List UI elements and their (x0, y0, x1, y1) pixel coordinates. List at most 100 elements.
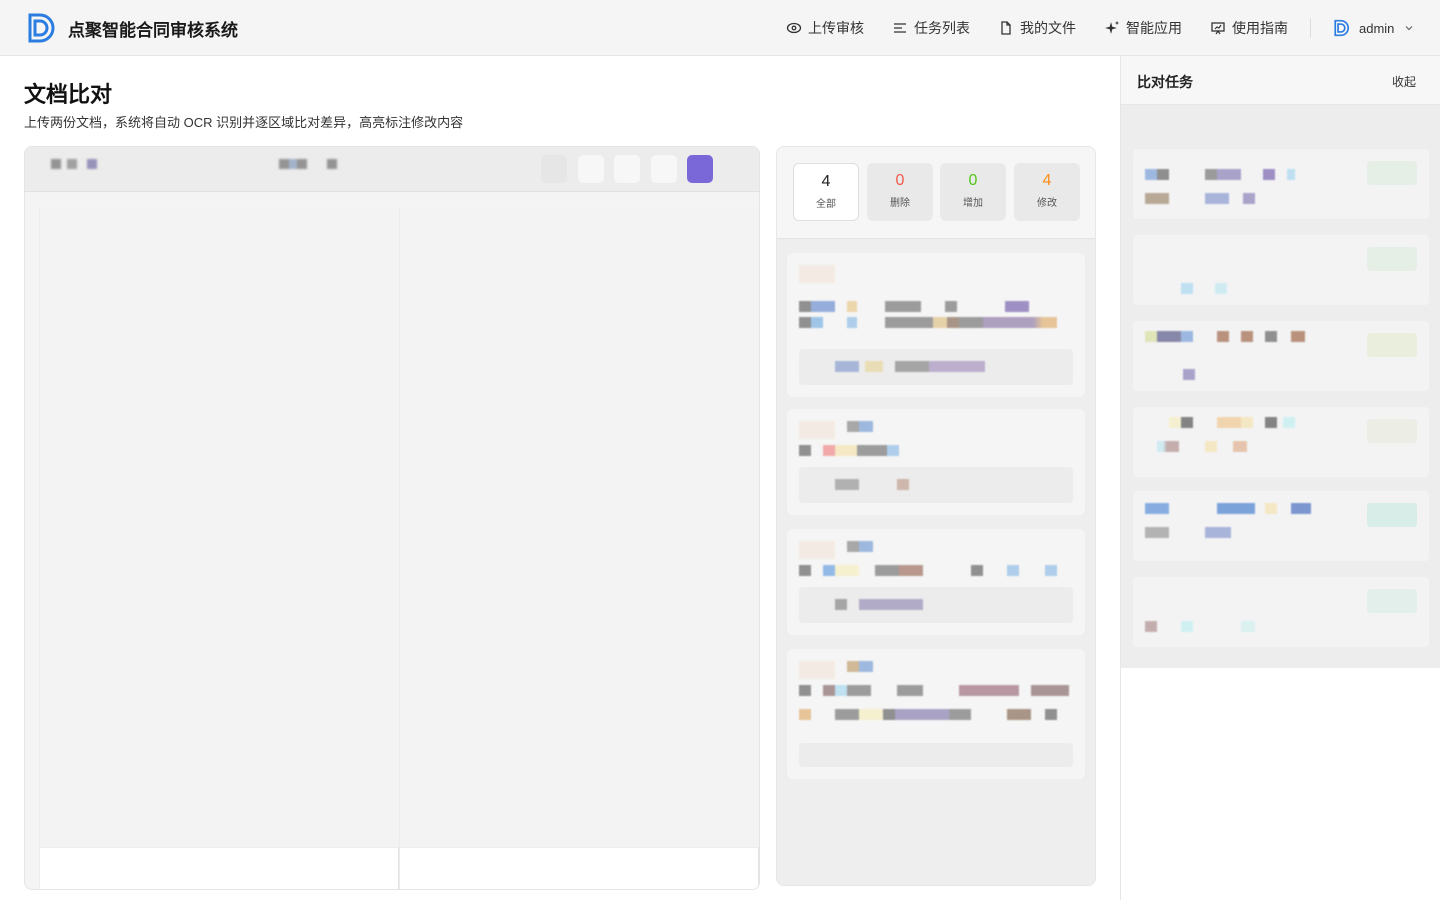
tab-modified[interactable]: 4 修改 (1014, 163, 1080, 221)
viewer-toolbar (25, 147, 759, 192)
chevron-down-icon (1405, 26, 1413, 31)
tasks-header: 比对任务 收起 (1121, 56, 1440, 105)
tab-label: 修改 (1037, 198, 1057, 209)
diff-quote (799, 349, 1073, 385)
original-document-page[interactable] (39, 207, 399, 889)
original-doc-label (51, 159, 111, 169)
task-item[interactable] (1133, 491, 1429, 561)
list-icon (894, 23, 906, 33)
page-title: 文档比对 (24, 82, 113, 107)
diff-type-tag (799, 265, 835, 283)
count-added: 0 (968, 172, 978, 189)
nav-label: 任务列表 (914, 20, 970, 36)
task-meta (1181, 283, 1227, 294)
task-item[interactable] (1133, 577, 1429, 647)
tab-added[interactable]: 0 增加 (940, 163, 1006, 221)
task-item[interactable] (1133, 407, 1429, 477)
diff-text (799, 709, 1057, 720)
page-footer (400, 847, 759, 889)
zoom-in-button[interactable] (578, 155, 604, 183)
nav-my-files[interactable]: 我的文件 (998, 18, 1076, 38)
diff-type-tag (799, 421, 835, 439)
diff-item[interactable] (787, 649, 1085, 779)
diff-item[interactable] (787, 529, 1085, 635)
logo-icon (28, 13, 55, 43)
diff-item[interactable] (787, 409, 1085, 515)
task-meta (1183, 369, 1195, 380)
diff-text (799, 565, 1057, 576)
count-modified: 4 (1042, 172, 1052, 189)
nav-label: 上传审核 (808, 20, 864, 36)
nav-task-list[interactable]: 任务列表 (892, 18, 970, 38)
document-viewer (24, 146, 760, 890)
task-item[interactable] (1133, 149, 1429, 219)
diff-quote (799, 743, 1073, 767)
task-meta (1145, 621, 1255, 632)
tab-label: 全部 (816, 199, 836, 210)
task-name (1145, 169, 1295, 180)
task-meta (1157, 441, 1247, 452)
tab-all[interactable]: 4 全部 (793, 163, 859, 221)
page-footer (40, 847, 399, 889)
username: admin (1359, 20, 1395, 36)
diff-panel: 4 全部 0 删除 0 增加 4 修改 (776, 146, 1096, 886)
task-name (1169, 417, 1295, 428)
compare-mode-button[interactable] (687, 155, 713, 183)
nav-smart-apps[interactable]: 智能应用 (1104, 18, 1182, 38)
task-meta (1145, 193, 1255, 204)
tasks-list (1121, 105, 1440, 668)
file-icon (1001, 21, 1011, 35)
nav-upload-review[interactable]: 上传审核 (786, 18, 864, 38)
count-deleted: 0 (895, 172, 905, 189)
nav-label: 智能应用 (1126, 20, 1182, 36)
guide-icon (1211, 22, 1225, 35)
app-name: 点聚智能合同审核系统 (68, 20, 238, 40)
diff-text (799, 685, 1069, 696)
task-status-badge (1367, 161, 1417, 185)
user-menu[interactable]: admin (1333, 19, 1414, 37)
collapse-button[interactable]: 收起 (1392, 73, 1416, 90)
diff-text (799, 301, 1057, 312)
page-subtitle: 上传两份文档，系统将自动 OCR 识别并逐区域比对差异，高亮标注修改内容 (24, 115, 464, 130)
diff-text (799, 317, 1057, 328)
diff-type-tag (799, 661, 835, 679)
diff-quote-text (835, 361, 985, 372)
fit-width-button[interactable] (614, 155, 640, 183)
diff-quote (799, 587, 1073, 623)
diff-meta (847, 541, 873, 552)
nav-user-guide[interactable]: 使用指南 (1210, 18, 1288, 38)
task-status-badge (1367, 589, 1417, 613)
sync-scroll-button[interactable] (651, 155, 677, 183)
diff-meta (847, 421, 873, 432)
nav-label: 使用指南 (1232, 20, 1288, 36)
revised-document-page[interactable] (399, 207, 759, 889)
count-all: 4 (821, 173, 831, 190)
revised-doc-label (279, 159, 341, 169)
task-item[interactable] (1133, 235, 1429, 305)
brand[interactable]: 点聚智能合同审核系统 (26, 12, 238, 44)
task-name (1145, 331, 1305, 342)
diff-quote-text (835, 479, 909, 490)
avatar-icon (1334, 19, 1349, 37)
diff-quote-text (835, 599, 923, 610)
task-item[interactable] (1133, 321, 1429, 391)
diff-text (799, 445, 899, 456)
tab-label: 增加 (963, 198, 983, 209)
main-nav: 上传审核 任务列表 我的文件 智能应用 使用指南 admin (786, 0, 1414, 56)
task-status-badge (1367, 333, 1417, 357)
top-navbar: 点聚智能合同审核系统 上传审核 任务列表 我的文件 智能应用 使用指南 admi… (0, 0, 1440, 56)
tab-deleted[interactable]: 0 删除 (867, 163, 933, 221)
tab-label: 删除 (890, 198, 910, 209)
task-meta (1145, 527, 1231, 538)
zoom-out-button[interactable] (541, 155, 567, 183)
nav-divider (1310, 18, 1311, 38)
diff-filter-tabs: 4 全部 0 删除 0 增加 4 修改 (777, 147, 1095, 239)
diff-type-tag (799, 541, 835, 559)
eye-icon (786, 22, 802, 34)
task-status-badge (1367, 419, 1417, 443)
diff-item[interactable] (787, 253, 1085, 397)
task-status-badge (1367, 503, 1417, 527)
page-views (39, 207, 759, 889)
tasks-title: 比对任务 (1137, 74, 1193, 90)
task-name (1145, 503, 1311, 514)
